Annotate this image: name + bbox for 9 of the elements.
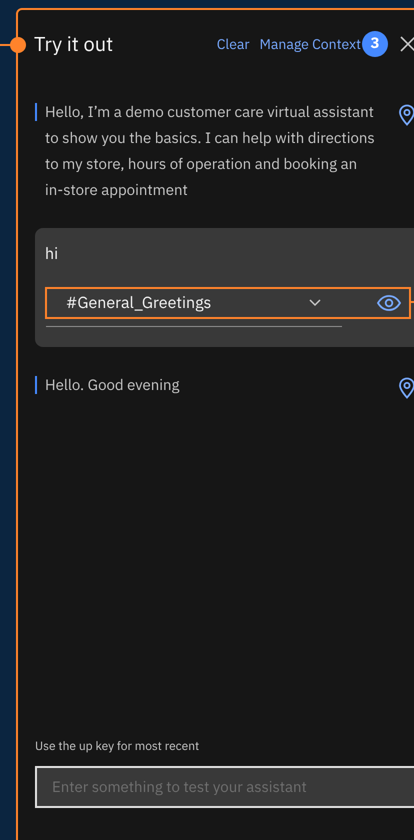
- clear-link[interactable]: Clear: [216, 34, 250, 54]
- count-badge: 3: [362, 31, 388, 57]
- panel-title: Try it out: [34, 29, 114, 59]
- assistant-message: Hello, I’m a demo customer care virtual assistant to show you the basics. I can help with directions to my store, hours of operation and booking an in-store appointment: [45, 102, 375, 202]
- user-message: hi: [45, 243, 58, 266]
- manage-context-link[interactable]: Manage Context: [260, 34, 361, 54]
- assistant-message: Hello. Good evening: [45, 375, 180, 397]
- input-hint: Use the up key for most recent: [35, 738, 200, 756]
- intent-dropdown[interactable]: #General_Greetings: [45, 287, 411, 319]
